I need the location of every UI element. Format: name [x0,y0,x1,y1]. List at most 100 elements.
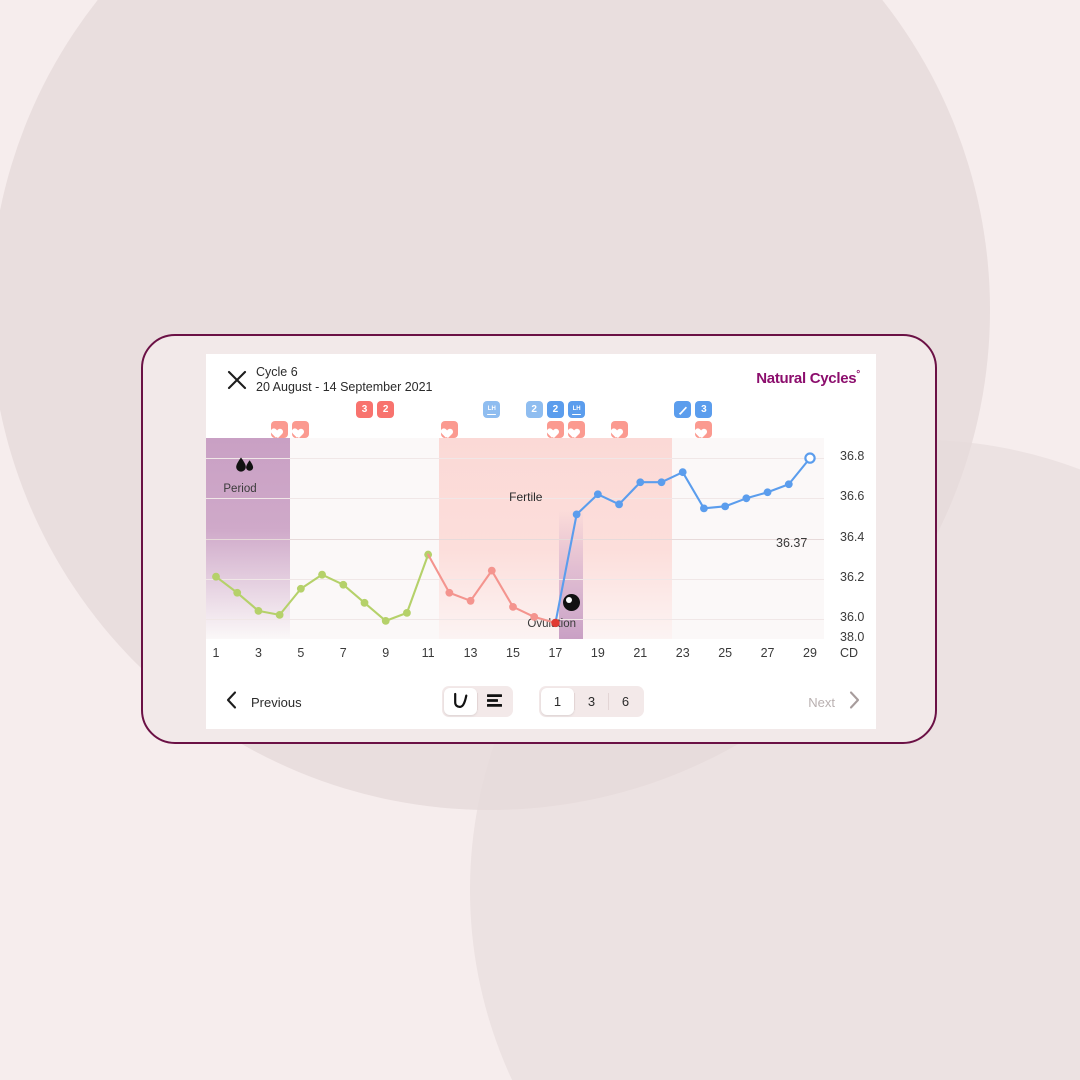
data-point[interactable] [509,602,517,611]
symptom-count-badge[interactable]: 3 [356,401,373,418]
data-point[interactable] [466,596,475,605]
badge-area: 3 2 LH 2 2 LH 3 [206,398,876,438]
y-axis-tick: 38.0 [840,630,865,644]
x-axis: 1 3 5 7 9 11 13 15 17 19 21 23 25 27 29 [206,646,876,668]
x-axis-tick: 15 [506,646,520,660]
brand-name: Natural Cycles [756,370,857,387]
temperature-plot: Period Ovulation Fertile 36.37 [206,438,824,639]
close-icon[interactable] [226,369,248,391]
y-axis-tick: 36.8 [840,449,865,464]
range-option-6[interactable]: 6 [609,688,642,715]
heart-icon [444,424,455,435]
test-strip-badge[interactable] [674,401,692,418]
y-axis-tick: 36.6 [840,489,865,504]
data-point[interactable] [212,572,220,581]
data-point[interactable] [233,588,242,597]
brand-degree-mark: ° [856,369,860,380]
panel-header: Cycle 6 20 August - 14 September 2021 Na… [206,354,876,398]
data-point[interactable] [721,502,730,511]
lh-test-badge[interactable]: LH [568,401,586,418]
series-line [214,553,430,622]
data-point[interactable] [275,610,284,619]
symptom-count-badge[interactable]: 2 [525,401,543,418]
x-axis-tick: 17 [548,646,563,660]
sex-log-badge[interactable] [610,421,628,438]
data-point[interactable] [360,598,369,607]
line-chart-icon [452,692,469,712]
x-axis-tick: 13 [463,646,478,660]
heart-icon [698,424,709,435]
x-axis-tick: 27 [760,646,775,660]
view-mode-list-button[interactable] [478,688,511,715]
previous-label: Previous [251,695,302,710]
bar-list-icon [486,693,503,711]
x-axis-tick: 19 [590,646,605,660]
cycle-range-toggle: 136 [539,686,644,717]
data-point[interactable] [572,510,581,519]
heart-icon [295,424,306,435]
cycle-day-axis-label: CD [840,646,859,660]
data-point[interactable] [784,480,793,489]
data-point[interactable] [530,612,539,621]
x-axis-tick: 11 [421,646,435,660]
series-line [554,457,812,624]
data-point[interactable] [742,494,751,503]
cycle-chart-panel: Cycle 6 20 August - 14 September 2021 Na… [206,354,876,729]
range-option-1[interactable]: 1 [541,688,574,715]
chevron-right-icon [849,691,860,714]
next-label: Next [808,695,835,710]
data-point[interactable] [636,478,645,487]
ovulation-data-point[interactable] [551,618,560,628]
footer-toolbar: Previous 136 Next [206,679,876,729]
symptom-count-badge[interactable]: 2 [377,401,395,418]
temperature-series [212,452,816,628]
sex-log-badge[interactable] [440,421,458,438]
x-axis-tick: 9 [382,646,390,660]
data-point[interactable] [487,566,496,575]
x-axis-tick: 25 [718,646,733,660]
data-point[interactable] [339,580,348,589]
sex-log-badge[interactable] [546,421,564,438]
data-point[interactable] [254,606,263,615]
sex-log-badge[interactable] [695,421,713,438]
cycle-title-group: Cycle 6 20 August - 14 September 2021 [256,365,433,395]
y-axis-tick: 36.0 [840,609,865,624]
chevron-left-icon [226,691,237,714]
y-axis-tick: 36.4 [840,529,865,544]
heart-icon [571,424,582,435]
x-axis-tick: 29 [803,646,817,660]
previous-cycle-button[interactable]: Previous [226,691,302,714]
data-point[interactable] [763,488,772,497]
next-cycle-button[interactable]: Next [808,691,860,714]
data-point[interactable] [615,500,623,509]
data-point[interactable] [657,478,666,487]
cycle-date-range: 20 August - 14 September 2021 [256,380,433,394]
data-point[interactable] [296,584,305,593]
test-strip-icon [678,406,687,415]
sex-log-badge[interactable] [271,421,289,438]
cycle-number-label: Cycle 6 [256,365,298,379]
data-point[interactable] [593,490,602,499]
data-point[interactable] [381,617,390,625]
view-mode-curve-button[interactable] [444,688,477,715]
x-axis-tick: 21 [633,646,648,660]
brand-logo: Natural Cycles° [756,369,860,387]
heart-icon [274,424,285,435]
x-axis-tick: 7 [339,646,347,660]
data-point[interactable] [678,468,687,477]
range-option-3[interactable]: 3 [575,688,608,715]
symptom-count-badge[interactable]: 3 [695,401,713,418]
data-point[interactable] [700,504,708,513]
view-mode-toggle [442,686,513,717]
data-point[interactable] [318,570,326,579]
data-point[interactable] [403,608,411,617]
data-point[interactable] [804,452,816,464]
lh-test-badge[interactable]: LH [483,401,501,418]
sex-log-badge[interactable] [292,421,310,438]
series-line [427,553,557,624]
heart-icon [614,424,625,435]
data-point[interactable] [445,588,454,597]
heart-icon [550,424,561,435]
symptom-count-badge[interactable]: 2 [546,401,564,418]
sex-log-badge[interactable] [568,421,586,438]
